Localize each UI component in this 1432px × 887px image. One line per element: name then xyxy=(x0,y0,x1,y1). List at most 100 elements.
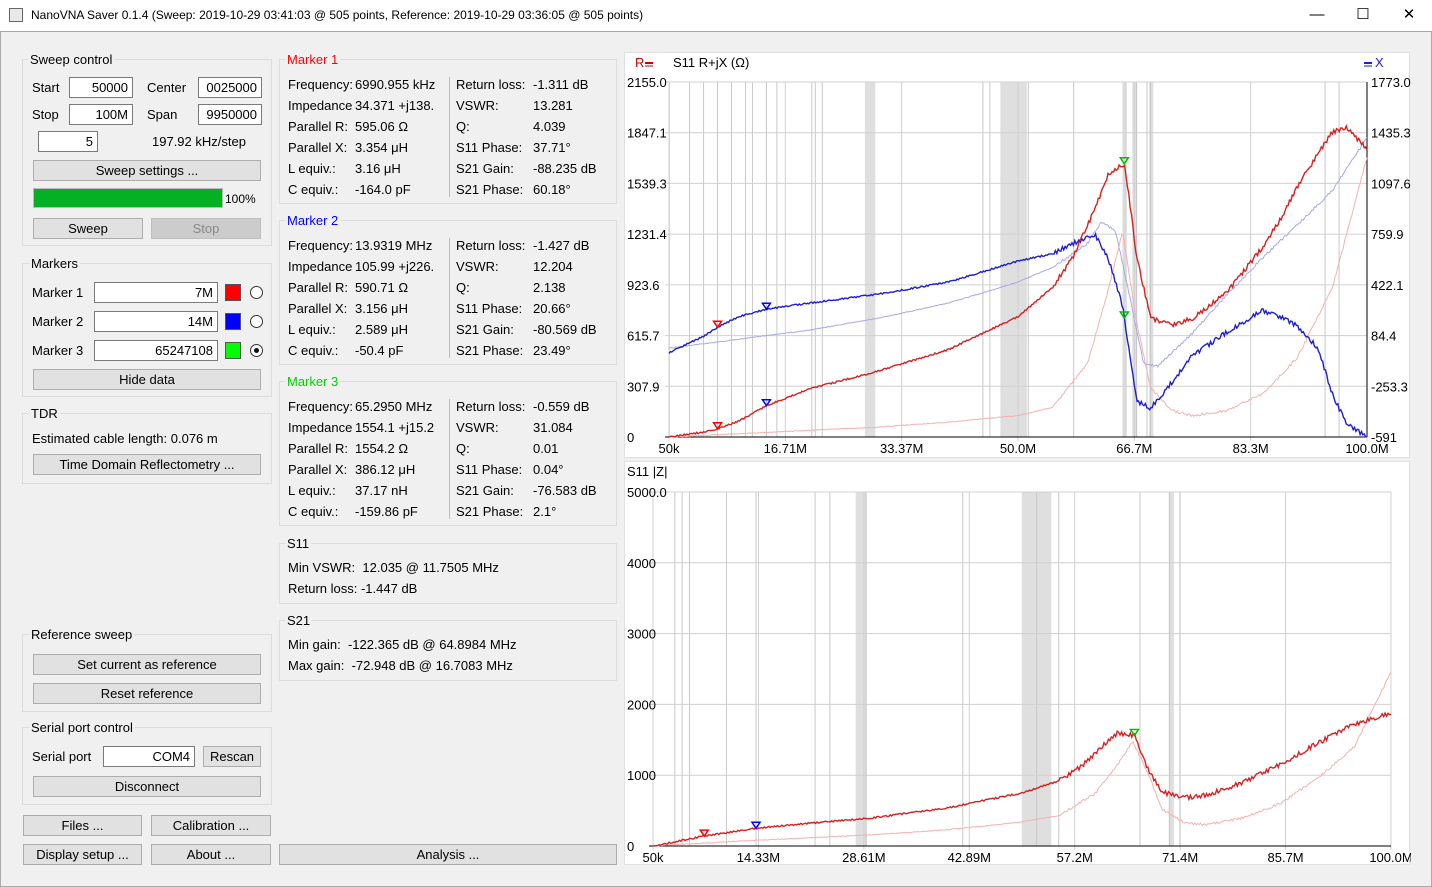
marker-1-radio[interactable] xyxy=(250,286,263,299)
analysis-button[interactable]: Analysis ... xyxy=(279,844,617,865)
reference-sweep-title: Reference sweep xyxy=(29,627,135,642)
set-reference-button[interactable]: Set current as reference xyxy=(33,654,261,675)
marker-2-left-value: -50.4 pF xyxy=(355,343,404,358)
y-right-tick-label: -591 xyxy=(1371,430,1397,445)
progress-text: 100% xyxy=(225,192,256,206)
y-left-tick-label: 615.7 xyxy=(627,329,660,344)
marker-1-left-value: 3.16 μH xyxy=(355,161,401,176)
maximize-button[interactable]: ☐ xyxy=(1340,0,1386,31)
stop-input[interactable]: 100M xyxy=(69,104,133,125)
chart-z-mag[interactable]: 50k 14.33M 28.61M 42.89M 57.2M 71.4M 85.7M 100.… xyxy=(624,461,1413,865)
marker-3-input[interactable]: 65247108 xyxy=(94,340,218,361)
segment-band xyxy=(855,492,867,846)
marker-3-radio[interactable] xyxy=(250,344,263,357)
marker-2-left-label: Frequency: xyxy=(288,238,352,253)
sweep-button[interactable]: Sweep xyxy=(33,218,143,239)
marker-1-left-value: 34.371 +j138. xyxy=(355,98,435,113)
marker-1-right-value: -88.235 dB xyxy=(533,161,597,176)
y-left-tick-label: 5000.0 xyxy=(627,485,667,500)
marker-1-label: Marker 1 xyxy=(32,285,84,300)
marker-3-right-label: S11 Phase: xyxy=(456,462,523,477)
chart-r-jx[interactable]: 50k 16.71M 33.37M 50.0M 66.7M 83.3M 100.0M 2155… xyxy=(624,52,1411,458)
window-title: NanoVNA Saver 0.1.4 (Sweep: 2019-10-29 0… xyxy=(31,8,644,22)
marker-2-column-divider xyxy=(449,238,450,358)
sweep-settings-button[interactable]: Sweep settings ... xyxy=(33,160,261,181)
marker-2-right-label: S11 Phase: xyxy=(456,301,523,316)
marker-1-right-label: Q: xyxy=(456,119,470,134)
marker-3-left-label: Parallel R: xyxy=(288,441,348,456)
marker-3-left-value: -159.86 pF xyxy=(355,504,418,519)
marker-1-color-swatch[interactable] xyxy=(225,284,241,301)
span-input[interactable]: 9950000 xyxy=(198,104,262,125)
span-label: Span xyxy=(147,107,178,122)
minimize-button[interactable]: — xyxy=(1294,0,1340,31)
x-tick-label: 66.7M xyxy=(1116,441,1152,456)
marker-2-right-value: -1.427 dB xyxy=(533,238,590,253)
s11-min-vswr: Min VSWR: 12.035 @ 11.7505 MHz xyxy=(288,560,499,575)
marker-1-left-value: 595.06 Ω xyxy=(355,119,409,134)
marker-3-right-value: 2.1° xyxy=(533,504,557,519)
x-tick-label: 71.4M xyxy=(1162,850,1198,865)
marker-3-details-title: Marker 3 xyxy=(285,374,341,389)
start-input[interactable]: 50000 xyxy=(69,77,133,98)
display-setup-button[interactable]: Display setup ... xyxy=(23,844,142,865)
title-bar: NanoVNA Saver 0.1.4 (Sweep: 2019-10-29 0… xyxy=(0,0,1432,32)
y-right-tick-label: 422.1 xyxy=(1371,278,1404,293)
marker-1-left-label: Frequency: xyxy=(288,77,352,92)
serial-port-input[interactable]: COM4 xyxy=(103,746,195,767)
x-tick-label: 16.71M xyxy=(764,441,807,456)
x-tick-label: 85.7M xyxy=(1268,850,1304,865)
about-button[interactable]: About ... xyxy=(151,844,271,865)
y-left-tick-label: 1000 xyxy=(627,768,656,783)
calibration-button[interactable]: Calibration ... xyxy=(151,815,271,836)
center-input[interactable]: 0025000 xyxy=(198,77,262,98)
s11-return-loss: Return loss: -1.447 dB xyxy=(288,581,418,596)
marker-1-left-label: L equiv.: xyxy=(288,161,336,176)
marker-1-right-label: S21 Gain: xyxy=(456,161,514,176)
x-tick-label: 50k xyxy=(643,850,664,865)
serial-port-label: Serial port xyxy=(32,749,92,764)
serial-port-title: Serial port control xyxy=(29,720,135,735)
hide-data-button[interactable]: Hide data xyxy=(33,369,261,390)
reset-reference-button[interactable]: Reset reference xyxy=(33,683,261,704)
segments-input[interactable]: 5 xyxy=(38,131,98,152)
marker-2-left-label: Parallel R: xyxy=(288,280,348,295)
marker-3-left-value: 1554.1 +j15.2 xyxy=(355,420,435,435)
files-button[interactable]: Files ... xyxy=(23,815,142,836)
marker-2-input[interactable]: 14M xyxy=(94,311,218,332)
y-left-tick-label: 3000 xyxy=(627,627,656,642)
marker-3-color-swatch[interactable] xyxy=(225,342,241,359)
segment-band xyxy=(1122,82,1127,437)
center-label: Center xyxy=(147,80,187,95)
tdr-button[interactable]: Time Domain Reflectometry ... xyxy=(33,454,261,475)
marker-3-left-value: 65.2950 MHz xyxy=(355,399,433,414)
app-icon xyxy=(9,8,23,22)
y-left-tick-label: 0 xyxy=(627,839,634,854)
x-tick-label: 42.89M xyxy=(948,850,991,865)
rescan-button[interactable]: Rescan xyxy=(203,746,261,767)
x-tick-label: 50k xyxy=(659,441,680,456)
y-right-tick-label: 1097.6 xyxy=(1371,176,1411,191)
marker-2-left-value: 105.99 +j226. xyxy=(355,259,435,274)
y-right-tick-label: 84.4 xyxy=(1371,329,1396,344)
s21-summary-title: S21 xyxy=(285,613,313,628)
disconnect-button[interactable]: Disconnect xyxy=(33,776,261,797)
marker-2-color-swatch[interactable] xyxy=(225,313,241,330)
marker-1-input[interactable]: 7M xyxy=(94,282,218,303)
chart-z-mag-svg: 50k 14.33M 28.61M 42.89M 57.2M 71.4M 85.7M 100.… xyxy=(627,464,1413,865)
chart-r-jx-svg: 50k 16.71M 33.37M 50.0M 66.7M 83.3M 100.0M2155… xyxy=(627,55,1411,456)
x-tick-label: 57.2M xyxy=(1057,850,1093,865)
marker-2-radio[interactable] xyxy=(250,315,263,328)
marker-2-left-value: 3.156 μH xyxy=(355,301,409,316)
marker-1-left-label: C equiv.: xyxy=(288,182,339,197)
s21-min-gain: Min gain: -122.365 dB @ 64.8984 MHz xyxy=(288,637,517,652)
marker-2-right-label: Return loss: xyxy=(456,238,526,253)
close-button[interactable]: ✕ xyxy=(1386,0,1432,31)
marker-1-left-value: -164.0 pF xyxy=(355,182,411,197)
y-left-tick-label: 923.6 xyxy=(627,278,660,293)
legend-x-label: X xyxy=(1375,55,1384,70)
stop-button[interactable]: Stop xyxy=(151,218,261,239)
tdr-title: TDR xyxy=(29,406,60,421)
chart-title: S11 |Z| xyxy=(627,464,667,479)
marker-1-right-value: -1.311 dB xyxy=(533,77,589,92)
